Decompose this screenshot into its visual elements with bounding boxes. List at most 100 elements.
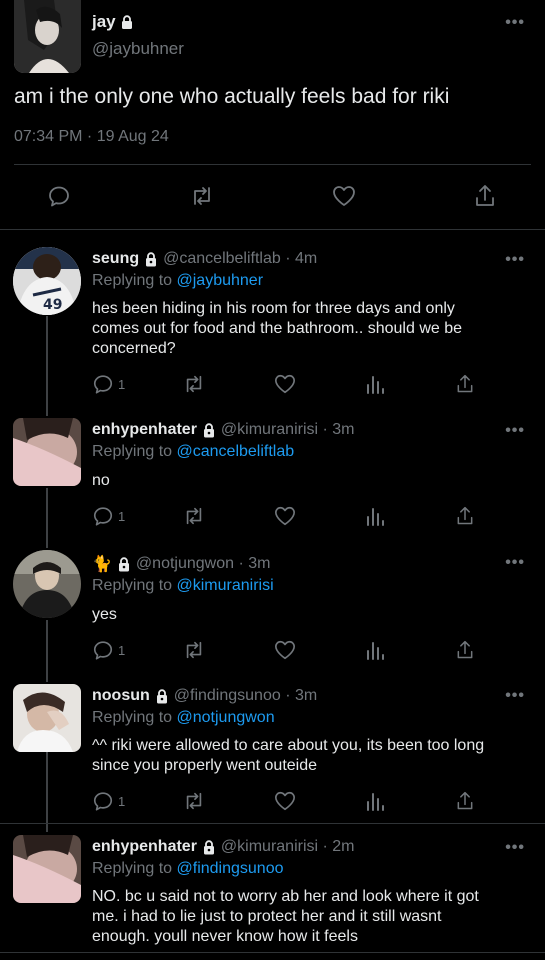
thread-line: [46, 488, 48, 548]
divider: [14, 164, 531, 165]
lock-icon: [144, 251, 158, 267]
reply-name[interactable]: 🐈: [92, 554, 112, 574]
reply-icon[interactable]: [92, 505, 114, 527]
reply-avatar[interactable]: [13, 550, 81, 618]
reply-count: 1: [118, 377, 126, 392]
replying-to: Replying to @findingsunoo: [92, 860, 283, 878]
divider: [0, 229, 545, 230]
main-tweet-name[interactable]: jay: [92, 12, 116, 32]
reply-handle[interactable]: @cancelbeliftlab · 4m: [163, 250, 317, 268]
reply-name[interactable]: enhypenhater: [92, 421, 197, 439]
reply-count: 1: [118, 794, 126, 809]
lock-icon: [202, 839, 216, 855]
reply-text-line: concerned?: [92, 340, 176, 357]
replying-to-label: Replying to: [92, 860, 173, 877]
analytics-icon[interactable]: [365, 505, 385, 527]
reply-text-line: no: [92, 472, 110, 489]
divider: [0, 823, 545, 824]
reply-count: 1: [118, 509, 126, 524]
retweet-icon[interactable]: [182, 373, 206, 395]
reply-handle[interactable]: @notjungwon · 3m: [136, 555, 271, 573]
reply-icon[interactable]: [92, 373, 114, 395]
reply-text: ^^ riki were allowed to care about you, …: [92, 736, 484, 776]
like-icon[interactable]: [331, 184, 357, 208]
reply-text-line: yes: [92, 606, 117, 623]
replying-to-label: Replying to: [92, 577, 173, 594]
reply-header: 🐈 @notjungwon · 3m: [92, 554, 270, 574]
reply-text: NO. bc u said not to worry ab her and lo…: [92, 887, 479, 947]
reply-avatar[interactable]: [13, 418, 81, 486]
more-options-icon[interactable]: •••: [505, 554, 525, 572]
reply-avatar[interactable]: [13, 684, 81, 752]
like-icon[interactable]: [273, 373, 297, 395]
like-icon[interactable]: [273, 639, 297, 661]
retweet-icon[interactable]: [182, 790, 206, 812]
reply-count: 1: [118, 643, 126, 658]
reply-handle[interactable]: @kimuranirisi · 2m: [221, 838, 355, 856]
share-icon[interactable]: [455, 373, 475, 395]
like-icon[interactable]: [273, 505, 297, 527]
replying-to: Replying to @jaybuhner: [92, 272, 263, 290]
lock-icon: [117, 556, 131, 572]
thread-line: [46, 316, 48, 416]
like-icon[interactable]: [273, 790, 297, 812]
lock-icon: [155, 688, 169, 704]
more-options-icon[interactable]: •••: [505, 14, 525, 32]
main-tweet-timestamp[interactable]: 07:34 PM · 19 Aug 24: [14, 128, 169, 146]
reply-header: noosun @findingsunoo · 3m: [92, 687, 317, 705]
share-icon[interactable]: [455, 505, 475, 527]
replying-to-link[interactable]: @cancelbeliftlab: [177, 443, 295, 460]
reply-icon[interactable]: [92, 790, 114, 812]
share-icon[interactable]: [455, 790, 475, 812]
reply-text-line: NO. bc u said not to worry ab her and lo…: [92, 888, 479, 905]
retweet-icon[interactable]: [182, 505, 206, 527]
reply-text-line: me. i had to lie just to protect her and…: [92, 908, 442, 925]
reply-text: hes been hiding in his room for three da…: [92, 299, 462, 359]
reply-text-line: ^^ riki were allowed to care about you, …: [92, 737, 485, 754]
analytics-icon[interactable]: [365, 639, 385, 661]
more-options-icon[interactable]: •••: [505, 251, 525, 269]
reply-handle[interactable]: @findingsunoo · 3m: [174, 687, 317, 705]
retweet-icon[interactable]: [182, 639, 206, 661]
replying-to-label: Replying to: [92, 272, 173, 289]
more-options-icon[interactable]: •••: [505, 839, 525, 857]
lock-icon: [120, 15, 134, 29]
replying-to-link[interactable]: @findingsunoo: [177, 860, 284, 877]
reply-text: no: [92, 471, 110, 491]
share-icon[interactable]: [455, 639, 475, 661]
lock-icon: [202, 422, 216, 438]
main-tweet-handle[interactable]: @jaybuhner: [92, 39, 184, 59]
reply-header: seung @cancelbeliftlab · 4m: [92, 250, 317, 268]
analytics-icon[interactable]: [365, 790, 385, 812]
replying-to-label: Replying to: [92, 443, 173, 460]
reply-handle[interactable]: @kimuranirisi · 3m: [221, 421, 355, 439]
reply-icon[interactable]: [47, 184, 71, 208]
thread-line: [46, 752, 48, 832]
divider: [0, 952, 545, 953]
replying-to-link[interactable]: @kimuranirisi: [177, 577, 274, 594]
reply-name[interactable]: enhypenhater: [92, 838, 197, 856]
more-options-icon[interactable]: •••: [505, 687, 525, 705]
retweet-icon[interactable]: [189, 184, 215, 208]
share-icon[interactable]: [473, 183, 497, 209]
main-tweet-avatar[interactable]: [14, 0, 81, 73]
reply-text: yes: [92, 605, 117, 625]
main-tweet-name-row: jay: [92, 12, 134, 32]
replying-to: Replying to @notjungwon: [92, 709, 275, 727]
svg-text:49: 49: [43, 297, 62, 313]
replying-to: Replying to @kimuranirisi: [92, 577, 274, 595]
reply-header: enhypenhater @kimuranirisi · 3m: [92, 421, 355, 439]
reply-name[interactable]: seung: [92, 250, 139, 268]
reply-name[interactable]: noosun: [92, 687, 150, 705]
reply-header: enhypenhater @kimuranirisi · 2m: [92, 838, 355, 856]
reply-avatar[interactable]: [13, 835, 81, 903]
reply-icon[interactable]: [92, 639, 114, 661]
reply-text-line: enough. youll never know how it feels: [92, 928, 358, 945]
reply-avatar[interactable]: 49: [13, 247, 81, 315]
replying-to-link[interactable]: @notjungwon: [177, 709, 275, 726]
replying-to-link[interactable]: @jaybuhner: [177, 272, 264, 289]
analytics-icon[interactable]: [365, 373, 385, 395]
more-options-icon[interactable]: •••: [505, 422, 525, 440]
reply-text-line: hes been hiding in his room for three da…: [92, 300, 455, 317]
reply-text-line: comes out for food and the bathroom.. sh…: [92, 320, 463, 337]
